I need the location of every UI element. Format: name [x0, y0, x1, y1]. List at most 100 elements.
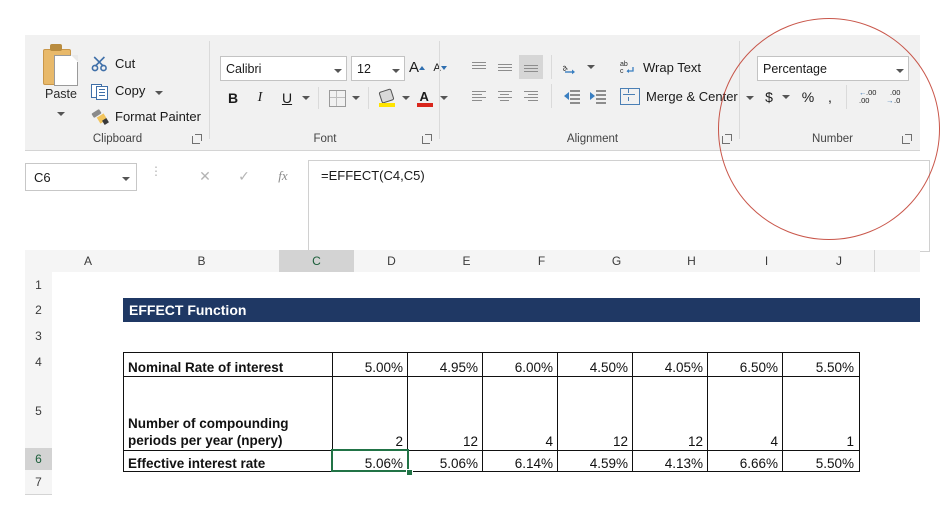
copy-button[interactable]: Copy: [91, 78, 164, 103]
column-header-C[interactable]: C: [279, 250, 355, 274]
check-icon: ✓: [238, 167, 250, 184]
cell-E6[interactable]: 6.14%: [483, 451, 558, 472]
comma-format-button[interactable]: ,: [821, 85, 839, 109]
paste-button[interactable]: Paste: [33, 39, 89, 131]
font-size-input[interactable]: 12: [351, 56, 405, 81]
column-header-H[interactable]: H: [654, 250, 730, 272]
table-row[interactable]: Effective interest rate 5.06% 5.06% 6.14…: [124, 451, 859, 472]
row-header-4[interactable]: 4: [25, 350, 53, 374]
cell-D5[interactable]: 12: [408, 377, 483, 450]
row-header-7[interactable]: 7: [25, 470, 53, 495]
bottom-align-button[interactable]: [519, 55, 543, 79]
underline-dropdown-arrow[interactable]: [299, 87, 313, 109]
cell-F4[interactable]: 4.50%: [558, 353, 633, 376]
column-header-A[interactable]: A: [52, 250, 125, 272]
align-left-button[interactable]: [467, 84, 491, 108]
cell-D6[interactable]: 5.06%: [408, 451, 483, 472]
table-row[interactable]: Nominal Rate of interest 5.00% 4.95% 6.0…: [124, 353, 859, 376]
cell-G6[interactable]: 4.13%: [633, 451, 708, 472]
cell-H6[interactable]: 6.66%: [708, 451, 783, 472]
cell-I5[interactable]: 1: [783, 377, 858, 450]
formula-input[interactable]: =EFFECT(C4,C5): [308, 160, 930, 252]
increase-indent-button[interactable]: [585, 84, 609, 108]
paste-dropdown-arrow[interactable]: [33, 103, 89, 121]
fill-handle[interactable]: [406, 469, 413, 476]
name-box-dropdown-arrow[interactable]: [116, 168, 136, 186]
format-painter-button[interactable]: Format Painter: [91, 104, 201, 129]
cell-C6[interactable]: 5.06%: [333, 451, 408, 472]
cell-I4[interactable]: 5.50%: [783, 353, 858, 376]
insert-function-button[interactable]: fx: [264, 163, 302, 189]
enter-formula-button[interactable]: ✓: [225, 163, 263, 189]
cell-H4[interactable]: 6.50%: [708, 353, 783, 376]
column-header-E[interactable]: E: [429, 250, 505, 272]
increase-font-size-button[interactable]: A: [406, 56, 428, 79]
number-dialog-launcher[interactable]: [901, 134, 912, 145]
increase-decimal-button[interactable]: .00 → .0: [883, 85, 907, 109]
italic-button[interactable]: I: [249, 87, 271, 109]
fill-color-dropdown-arrow[interactable]: [399, 87, 413, 109]
cell-H5[interactable]: 4: [708, 377, 783, 450]
cell-G5[interactable]: 12: [633, 377, 708, 450]
font-dialog-launcher[interactable]: [421, 134, 432, 145]
italic-label: I: [257, 90, 263, 105]
alignment-dialog-launcher[interactable]: [721, 134, 732, 145]
cell-C5[interactable]: 2: [333, 377, 408, 450]
orientation-button[interactable]: a: [559, 55, 583, 79]
borders-dropdown-arrow[interactable]: [349, 87, 363, 109]
align-right-button[interactable]: [519, 84, 543, 108]
column-header-I[interactable]: I: [729, 250, 805, 272]
name-box[interactable]: C6: [25, 163, 137, 191]
underline-button[interactable]: U: [276, 87, 298, 109]
cell-E5[interactable]: 4: [483, 377, 558, 450]
cell-E4[interactable]: 6.00%: [483, 353, 558, 376]
decrease-indent-button[interactable]: [559, 84, 583, 108]
cell-C4[interactable]: 5.00%: [333, 353, 408, 376]
currency-dropdown-arrow[interactable]: [779, 85, 793, 109]
row-header-5[interactable]: 5: [25, 373, 53, 449]
cut-button[interactable]: Cut: [91, 51, 135, 76]
merge-center-button[interactable]: Merge & Center: [620, 84, 754, 108]
font-name-input[interactable]: Calibri: [220, 56, 347, 81]
column-header-B[interactable]: B: [124, 250, 280, 272]
orientation-dropdown-arrow[interactable]: [584, 55, 598, 79]
row-header-3[interactable]: 3: [25, 322, 53, 351]
table-row[interactable]: Number of compounding periods per year (…: [124, 377, 859, 450]
cell-F5[interactable]: 12: [558, 377, 633, 450]
copy-dropdown-arrow[interactable]: [155, 82, 164, 100]
bold-button[interactable]: B: [222, 87, 244, 109]
font-color-button[interactable]: A: [414, 87, 436, 109]
font-name-dropdown-arrow[interactable]: [330, 60, 346, 78]
row-header-6[interactable]: 6: [25, 448, 55, 471]
cancel-formula-button[interactable]: ✕: [186, 163, 224, 189]
column-header-G[interactable]: G: [579, 250, 655, 272]
number-format-dropdown-arrow[interactable]: [892, 60, 908, 78]
cell-F6[interactable]: 4.59%: [558, 451, 633, 472]
wrap-text-button[interactable]: ab c Wrap Text: [620, 55, 701, 79]
middle-align-button[interactable]: [493, 55, 517, 79]
row-header-1[interactable]: 1: [25, 272, 53, 299]
borders-icon: [328, 89, 346, 107]
percent-label: %: [801, 89, 815, 105]
currency-format-button[interactable]: $: [759, 85, 779, 109]
align-center-button[interactable]: [493, 84, 517, 108]
row-header-2[interactable]: 2: [25, 298, 53, 323]
borders-button[interactable]: [326, 87, 348, 109]
decrease-decimal-icon: ← .00 .00: [859, 88, 877, 105]
number-format-select[interactable]: Percentage: [757, 56, 909, 81]
cell-G4[interactable]: 4.05%: [633, 353, 708, 376]
percent-format-button[interactable]: %: [797, 85, 819, 109]
cell-D4[interactable]: 4.95%: [408, 353, 483, 376]
decrease-decimal-button[interactable]: ← .00 .00: [855, 85, 879, 109]
column-header-F[interactable]: F: [504, 250, 580, 272]
column-header-J[interactable]: J: [804, 250, 875, 272]
svg-text:ab: ab: [620, 61, 628, 68]
sheet-title-banner[interactable]: EFFECT Function: [123, 298, 920, 322]
column-header-D[interactable]: D: [354, 250, 430, 272]
font-size-dropdown-arrow[interactable]: [388, 60, 404, 78]
top-align-button[interactable]: [467, 55, 491, 79]
fill-color-button[interactable]: [376, 87, 398, 109]
clipboard-dialog-launcher[interactable]: [191, 134, 202, 145]
cells-area[interactable]: EFFECT Function Nominal Rate of interest…: [52, 272, 920, 505]
cell-I6[interactable]: 5.50%: [783, 451, 858, 472]
